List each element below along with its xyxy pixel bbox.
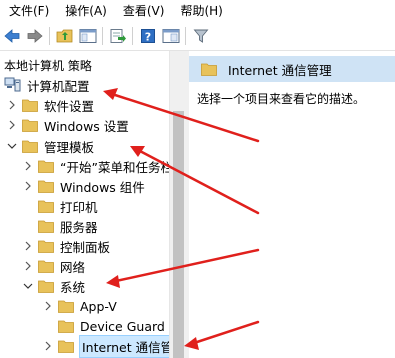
forward-arrow-icon (27, 29, 43, 43)
folder-icon (201, 63, 217, 76)
back-arrow-icon (4, 29, 20, 43)
export-list-icon (110, 29, 126, 43)
help-icon: ? (141, 29, 155, 44)
toolbar-separator (49, 27, 50, 45)
tree-item-control-panel[interactable]: 控制面板 (22, 235, 110, 257)
up-folder-icon (56, 29, 73, 43)
menu-view[interactable]: 查看(V) (114, 0, 172, 22)
chevron-down-icon[interactable] (22, 280, 34, 292)
folder-icon (22, 140, 38, 153)
details-title: Internet 通信管理 (228, 62, 332, 78)
details-header: Internet 通信管理 (189, 56, 395, 82)
folder-icon (38, 260, 54, 273)
tree-item-printers[interactable]: 打印机 (22, 195, 98, 217)
tree-item-server[interactable]: 服务器 (22, 215, 98, 237)
svg-text:?: ? (145, 31, 151, 44)
tree-item-label: 计算机配置 (27, 78, 90, 94)
toolbar: ? (0, 22, 395, 51)
help-button[interactable]: ? (137, 25, 159, 47)
tree-item-device-guard[interactable]: Device Guard (42, 315, 165, 337)
folder-icon (38, 180, 54, 193)
chevron-right-icon[interactable] (6, 119, 18, 131)
folder-icon (22, 119, 38, 132)
tree-scrollbar[interactable] (169, 51, 187, 358)
tree-item-label: Windows 设置 (44, 118, 129, 134)
tree-item-label: 管理模板 (44, 139, 95, 155)
tree-item-network[interactable]: 网络 (22, 255, 85, 277)
tree-item-software-settings[interactable]: 软件设置 (6, 94, 94, 116)
tree-root-label[interactable]: 本地计算机 策略 (4, 57, 92, 74)
folder-icon (22, 99, 38, 112)
tree-pane: 本地计算机 策略 计算机配置 软件设置 Windows 设置 管理模板 “开始”… (0, 51, 169, 358)
folder-icon (58, 300, 74, 313)
menu-action[interactable]: 操作(A) (56, 0, 114, 22)
folder-icon (38, 200, 54, 213)
menu-file[interactable]: 文件(F) (0, 0, 56, 22)
menu-help[interactable]: 帮助(H) (171, 0, 229, 22)
tree-item-label: 控制面板 (60, 239, 111, 255)
tree-item-label: 服务器 (60, 219, 98, 235)
tree-item-administrative-templates[interactable]: 管理模板 (6, 135, 94, 157)
toolbar-separator (185, 27, 186, 45)
tree-item-start-menu-taskbar[interactable]: “开始”菜单和任务栏 (22, 155, 169, 177)
tree-item-label: Windows 组件 (60, 179, 145, 195)
tree-item-label: Device Guard (80, 318, 165, 334)
chevron-right-icon[interactable] (42, 340, 54, 352)
folder-icon (38, 240, 54, 253)
tree-item-system[interactable]: 系统 (22, 275, 85, 297)
tree-item-internet-communication-management[interactable]: Internet 通信管 (42, 334, 169, 358)
folder-icon (38, 160, 54, 173)
toolbar-separator (132, 27, 133, 45)
up-one-level-button[interactable] (54, 25, 76, 47)
menu-bar: 文件(F) 操作(A) 查看(V) 帮助(H) (0, 0, 395, 22)
filter-icon (193, 29, 209, 43)
chevron-right-icon[interactable] (6, 99, 18, 111)
filter-button[interactable] (190, 25, 212, 47)
chevron-right-icon[interactable] (22, 260, 34, 272)
tree-item-label: App-V (80, 298, 117, 314)
folder-icon (38, 280, 54, 293)
tree-item-windows-settings[interactable]: Windows 设置 (6, 114, 129, 136)
show-hide-tree-icon (79, 29, 97, 43)
chevron-right-icon[interactable] (22, 240, 34, 252)
chevron-right-icon[interactable] (22, 180, 34, 192)
chevron-right-icon[interactable] (22, 160, 34, 172)
export-list-button[interactable] (107, 25, 129, 47)
group-policy-editor-window: 文件(F) 操作(A) 查看(V) 帮助(H) ? 本地计算机 策略 计算机配置… (0, 0, 395, 358)
tree-item-windows-components[interactable]: Windows 组件 (22, 175, 145, 197)
properties-button[interactable] (160, 25, 182, 47)
tree-item-computer-configuration[interactable]: 计算机配置 (4, 74, 90, 96)
computer-icon (4, 77, 21, 92)
tree-item-label: 打印机 (60, 199, 98, 215)
tree-item-label: 系统 (60, 279, 86, 295)
folder-icon (38, 220, 54, 233)
tree-item-label: “开始”菜单和任务栏 (60, 159, 169, 175)
folder-icon (58, 320, 74, 333)
show-hide-tree-button[interactable] (77, 25, 99, 47)
details-description: 选择一个项目来查看它的描述。 (197, 92, 366, 106)
chevron-right-icon[interactable] (42, 300, 54, 312)
tree-item-label: 网络 (60, 259, 86, 275)
tree-item-app-v[interactable]: App-V (42, 295, 117, 317)
chevron-down-icon[interactable] (6, 140, 18, 152)
tree-item-label: 软件设置 (44, 98, 95, 114)
scrollbar-thumb[interactable] (173, 111, 184, 358)
back-button[interactable] (1, 25, 23, 47)
details-pane: Internet 通信管理 选择一个项目来查看它的描述。 (189, 51, 395, 358)
folder-icon (58, 340, 74, 353)
properties-icon (162, 29, 180, 43)
tree-item-label: Internet 通信管 (78, 334, 169, 358)
toolbar-separator (102, 27, 103, 45)
forward-button[interactable] (24, 25, 46, 47)
